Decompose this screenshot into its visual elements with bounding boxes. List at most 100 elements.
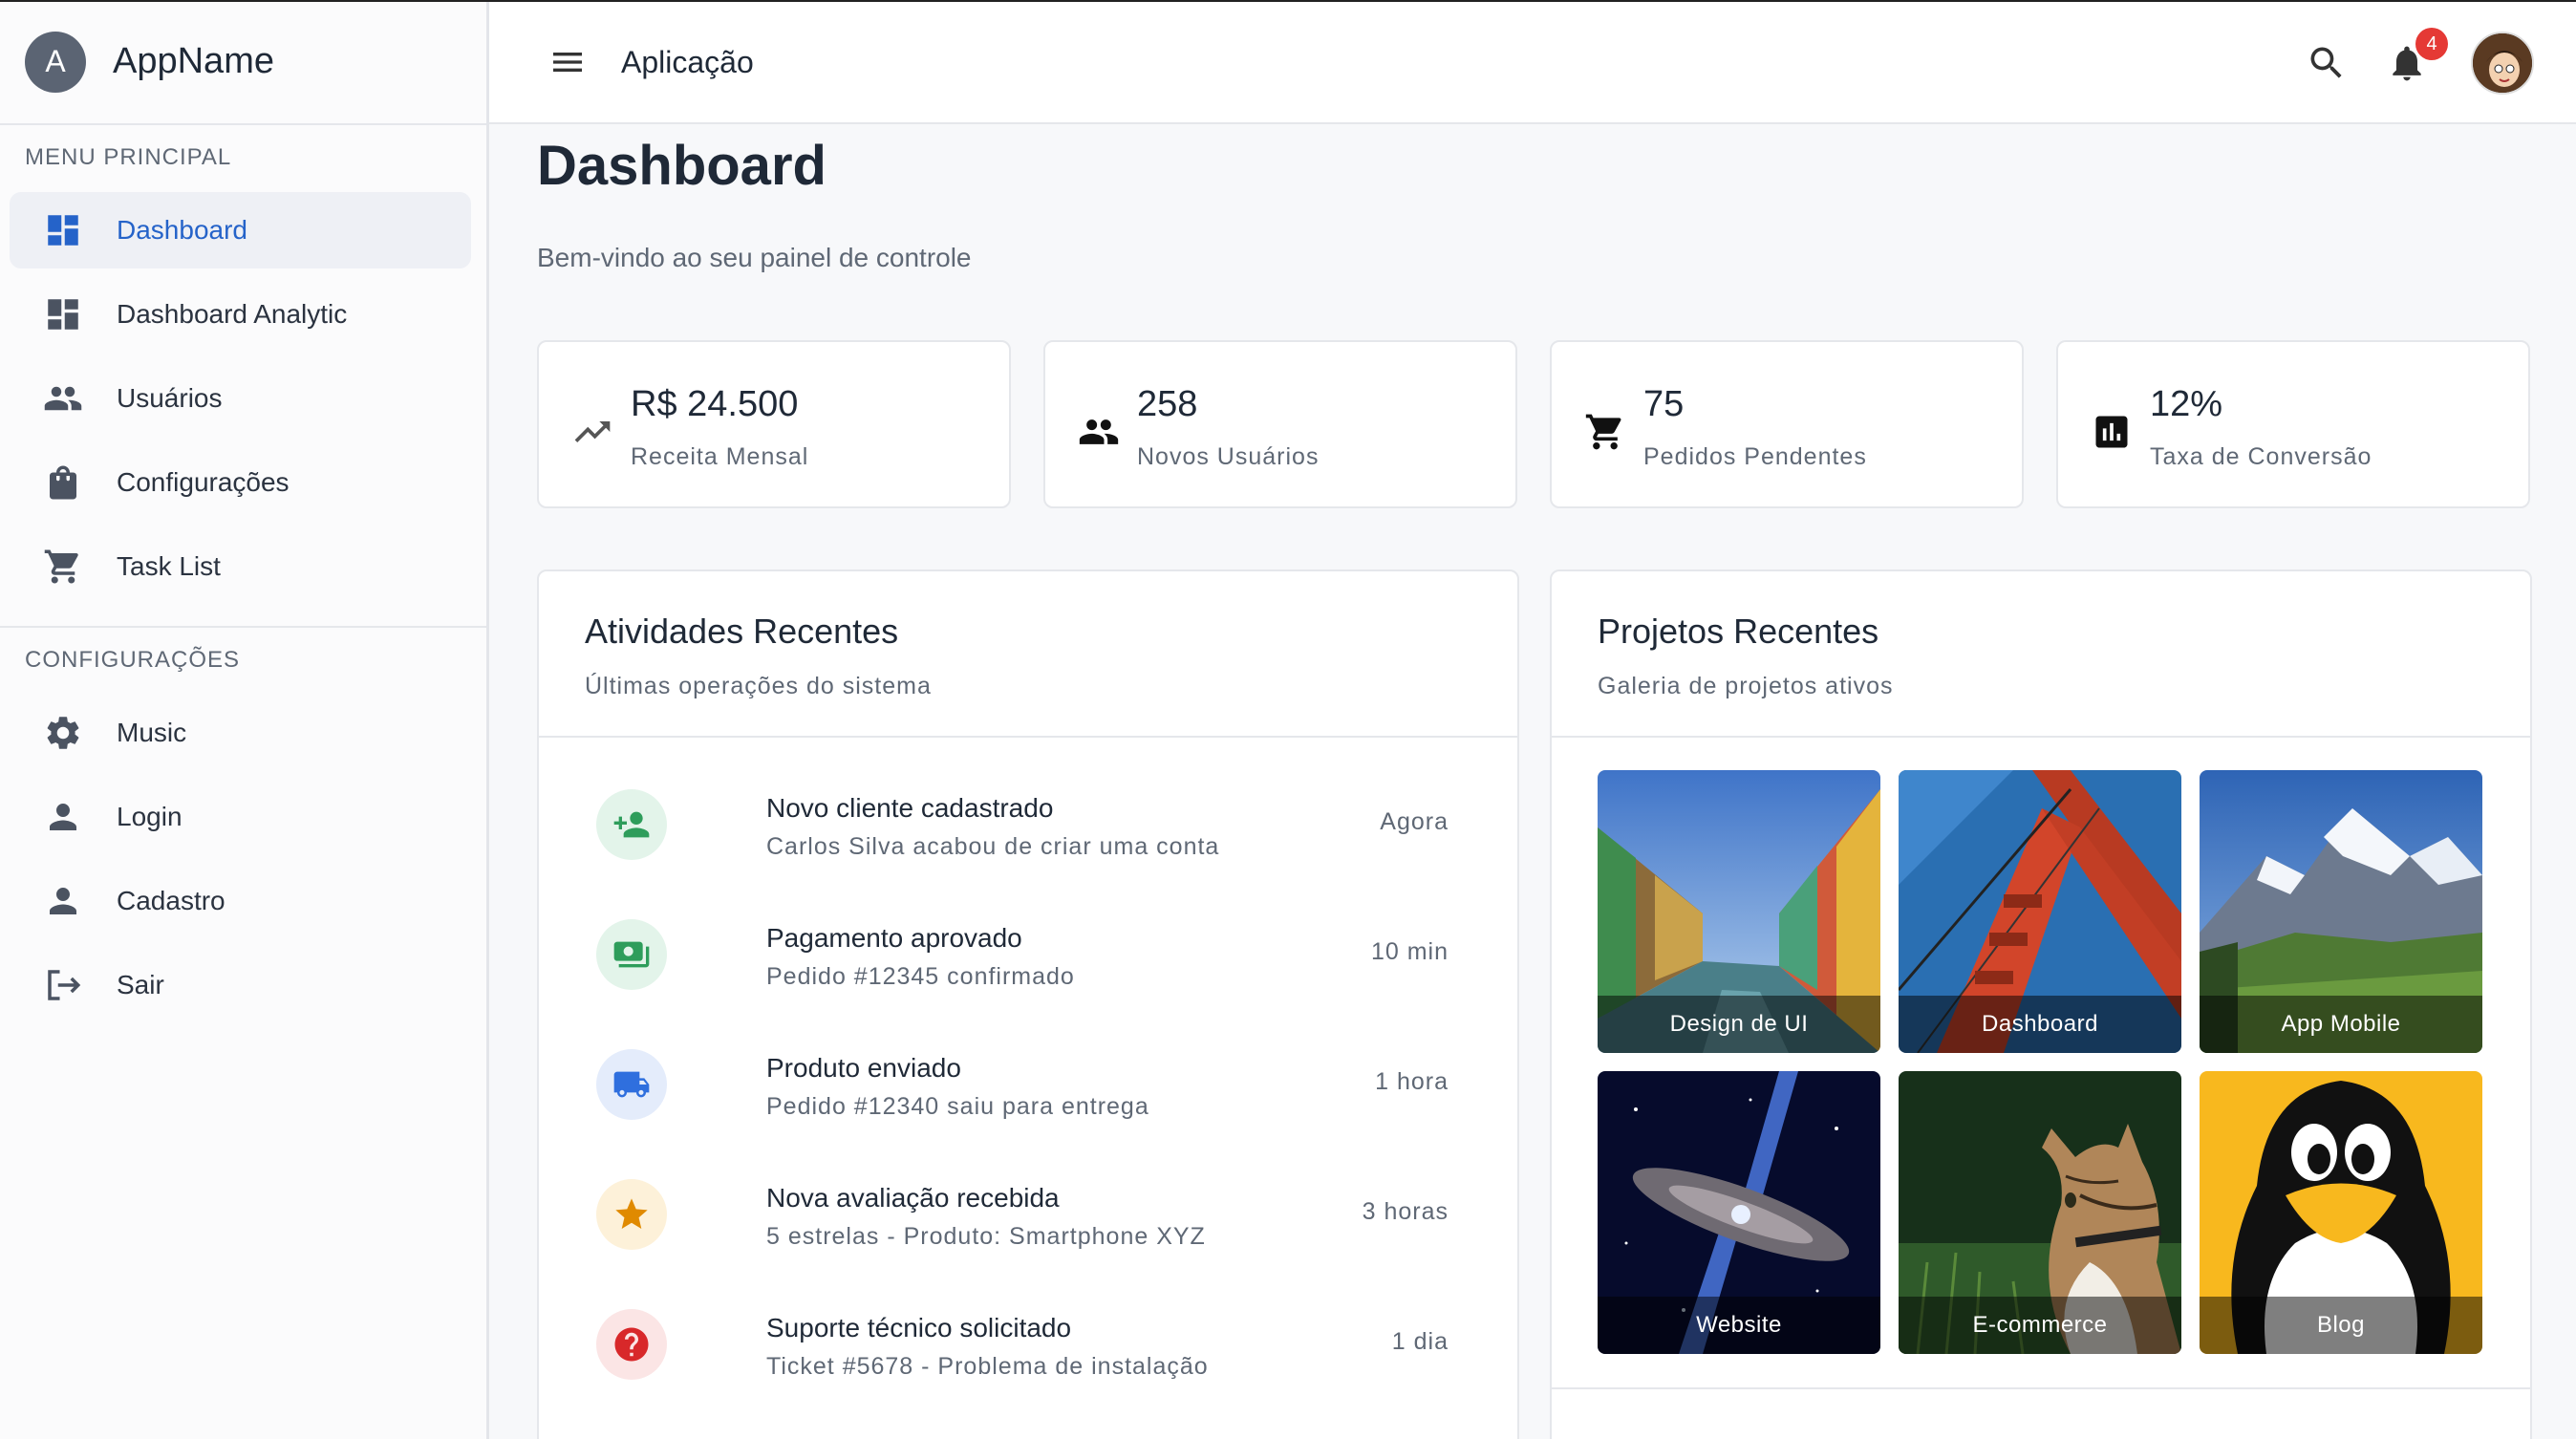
page-subtitle: Bem-vindo ao seu painel de controle (537, 243, 972, 272)
stat-label: Pedidos Pendentes (1643, 443, 1867, 470)
dashboard-icon (42, 293, 84, 335)
sidebar-item-sair[interactable]: Sair (10, 947, 471, 1023)
sidebar-item-label: Music (117, 718, 187, 747)
sidebar-item-label: Login (117, 802, 182, 831)
card-title: Atividades Recentes (585, 612, 899, 651)
activity-time: 3 horas (1362, 1198, 1449, 1225)
window-top-border (0, 0, 2576, 2)
project-caption: Design de UI (1598, 996, 1880, 1053)
header-actions: 4 (2270, 2, 2534, 124)
sidebar-item-configuracoes[interactable]: Configurações (10, 444, 471, 521)
project-tile-app-mobile[interactable]: App Mobile (2200, 770, 2482, 1053)
sidebar-item-dashboard-analytic[interactable]: Dashboard Analytic (10, 276, 471, 353)
activity-time: 1 hora (1375, 1068, 1449, 1095)
card-title: Projetos Recentes (1598, 612, 1879, 651)
activity-item[interactable]: Nova avaliação recebida 5 estrelas - Pro… (596, 1158, 1456, 1273)
project-tile-blog[interactable]: Blog (2200, 1071, 2482, 1354)
page-title: Dashboard (537, 135, 826, 197)
sidebar-item-label: Cadastro (117, 886, 225, 915)
payment-icon (596, 919, 667, 990)
notification-button[interactable]: 4 (2383, 28, 2448, 87)
stat-card-revenue: R$ 24.500 Receita Mensal (537, 340, 1011, 508)
card-subtitle: Galeria de projetos ativos (1598, 673, 1894, 699)
menu-icon[interactable] (547, 41, 589, 83)
activity-item[interactable]: Produto enviado Pedido #12340 saiu para … (596, 1028, 1456, 1143)
stat-card-new-users: 258 Novos Usuários (1043, 340, 1517, 508)
sidebar: A AppName MENU PRINCIPAL Dashboard Dashb… (0, 0, 489, 1439)
stat-value: R$ 24.500 (631, 384, 799, 424)
card-header: Projetos Recentes Galeria de projetos at… (1552, 571, 2530, 738)
activity-description: Pedido #12340 saiu para entrega (766, 1093, 1149, 1120)
people-icon (42, 377, 84, 419)
project-tile-ecommerce[interactable]: E-commerce (1899, 1071, 2181, 1354)
activity-item[interactable]: Pagamento aprovado Pedido #12345 confirm… (596, 898, 1456, 1013)
activity-description: 5 estrelas - Produto: Smartphone XYZ (766, 1223, 1206, 1250)
sidebar-item-usuarios[interactable]: Usuários (10, 360, 471, 437)
dashboard-icon (42, 209, 84, 251)
top-bar: Aplicação 4 (489, 2, 2576, 124)
activity-time: 1 dia (1391, 1328, 1449, 1355)
activity-title: Nova avaliação recebida (766, 1183, 1060, 1213)
stat-card-conversion: 12% Taxa de Conversão (2056, 340, 2530, 508)
activity-title: Suporte técnico solicitado (766, 1313, 1072, 1342)
activity-title: Novo cliente cadastrado (766, 793, 1054, 823)
card-subtitle: Últimas operações do sistema (585, 673, 932, 699)
card-header: Atividades Recentes Últimas operações do… (539, 571, 1517, 738)
project-tile-design-ui[interactable]: Design de UI (1598, 770, 1880, 1053)
person-add-icon (596, 789, 667, 860)
section-title-main: MENU PRINCIPAL (25, 144, 232, 170)
project-caption: Dashboard (1899, 996, 2181, 1053)
activity-description: Carlos Silva acabou de criar uma conta (766, 833, 1220, 860)
activity-description: Pedido #12345 confirmado (766, 963, 1075, 990)
app-avatar: A (25, 31, 86, 93)
search-icon[interactable] (2303, 39, 2351, 87)
project-caption: E-commerce (1899, 1297, 2181, 1354)
person-icon (42, 880, 84, 922)
activity-time: Agora (1380, 808, 1449, 835)
sidebar-item-cadastro[interactable]: Cadastro (10, 863, 471, 939)
activity-item[interactable]: Suporte técnico solicitado Ticket #5678 … (596, 1288, 1456, 1403)
truck-icon (596, 1049, 667, 1120)
sidebar-item-login[interactable]: Login (10, 779, 471, 855)
user-avatar[interactable] (2471, 32, 2534, 95)
activities-card: Atividades Recentes Últimas operações do… (537, 569, 1519, 1439)
project-caption: App Mobile (2200, 996, 2482, 1053)
shopping-bag-icon (42, 462, 84, 504)
star-icon (596, 1179, 667, 1250)
sidebar-item-label: Configurações (117, 467, 290, 497)
activity-title: Produto enviado (766, 1053, 961, 1083)
bar-chart-icon (2095, 416, 2128, 448)
trending-up-icon (574, 421, 611, 442)
activity-time: 10 min (1370, 938, 1449, 965)
sidebar-item-label: Sair (117, 970, 164, 999)
project-tile-dashboard[interactable]: Dashboard (1899, 770, 2181, 1053)
stat-value: 258 (1137, 384, 1198, 424)
sidebar-item-music[interactable]: Music (10, 695, 471, 771)
project-caption: Blog (2200, 1297, 2482, 1354)
gear-icon (42, 712, 84, 754)
sidebar-item-dashboard[interactable]: Dashboard (10, 192, 471, 268)
activity-title: Pagamento aprovado (766, 923, 1022, 953)
logout-icon (42, 964, 84, 1006)
project-tile-website[interactable]: Website (1598, 1071, 1880, 1354)
section-title-config: CONFIGURAÇÕES (25, 647, 241, 673)
card-footer-divider (1552, 1387, 2530, 1389)
stat-label: Novos Usuários (1137, 443, 1320, 470)
stat-label: Taxa de Conversão (2150, 443, 2372, 470)
project-caption: Website (1598, 1297, 1880, 1354)
activity-item[interactable]: Novo cliente cadastrado Carlos Silva aca… (596, 768, 1456, 883)
stat-card-pending-orders: 75 Pedidos Pendentes (1550, 340, 2024, 508)
stat-label: Receita Mensal (631, 443, 809, 470)
notification-badge: 4 (2415, 28, 2448, 60)
projects-card: Projetos Recentes Galeria de projetos at… (1550, 569, 2532, 1439)
header-title: Aplicação (621, 44, 754, 79)
person-icon (42, 796, 84, 838)
brand[interactable]: A AppName (0, 0, 486, 125)
stat-value: 75 (1643, 384, 1685, 424)
cart-icon (1585, 414, 1621, 450)
sidebar-item-label: Usuários (117, 383, 223, 413)
stat-value: 12% (2150, 384, 2223, 424)
sidebar-item-task-list[interactable]: Task List (10, 528, 471, 605)
activity-description: Ticket #5678 - Problema de instalação (766, 1353, 1209, 1380)
sidebar-item-label: Dashboard Analytic (117, 299, 348, 329)
